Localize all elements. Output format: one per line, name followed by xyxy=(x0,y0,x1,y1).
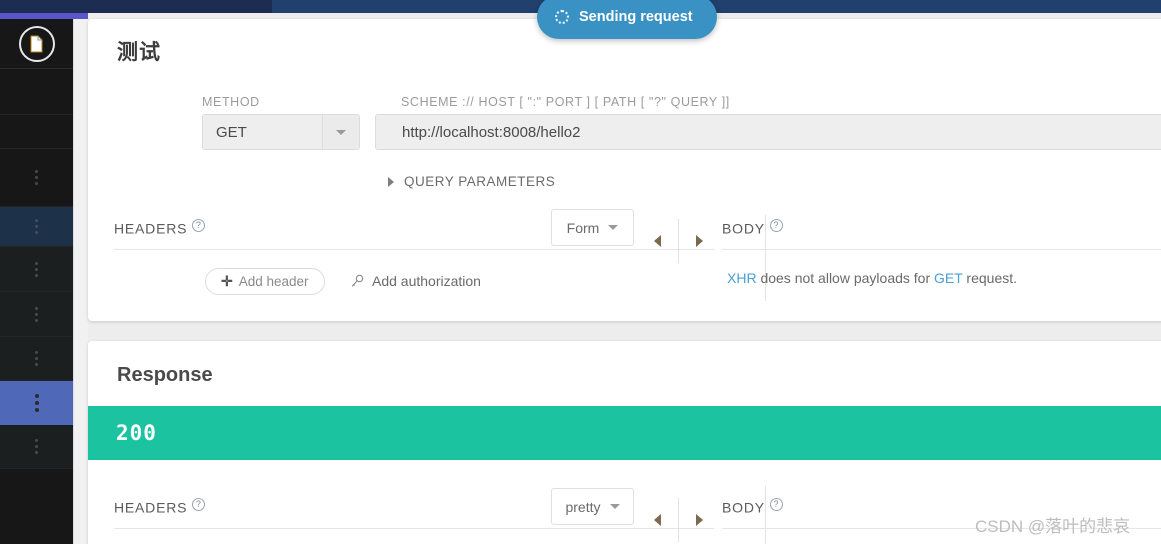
get-link[interactable]: GET xyxy=(934,270,963,286)
sidebar-item-2[interactable] xyxy=(0,115,73,149)
add-authorization-button[interactable]: Add authorization xyxy=(350,273,481,289)
request-headers-text: HEADERS xyxy=(114,220,188,237)
status-code: 200 xyxy=(116,421,157,445)
sidebar-item-8-active[interactable] xyxy=(0,381,73,425)
request-body-label: BODY? xyxy=(722,219,783,237)
top-navbar-right-segment xyxy=(272,0,1161,13)
response-body-text: BODY xyxy=(722,499,765,516)
response-headers-underline xyxy=(114,528,714,529)
watermark: CSDN @落叶的悲哀 xyxy=(975,517,1131,536)
response-headers-label: HEADERS? xyxy=(114,498,206,516)
more-dots-icon xyxy=(35,219,38,234)
sidebar-item-9[interactable] xyxy=(0,425,73,469)
method-label: METHOD xyxy=(202,95,260,109)
body-note-suffix: request. xyxy=(962,270,1018,286)
help-icon[interactable]: ? xyxy=(192,498,206,511)
method-select[interactable]: GET xyxy=(202,114,360,150)
sending-request-banner: Sending request xyxy=(537,0,717,39)
add-header-button[interactable]: ✛ Add header xyxy=(205,268,325,295)
more-dots-icon xyxy=(35,261,38,277)
more-dots-icon xyxy=(35,439,38,454)
method-value: GET xyxy=(216,123,247,141)
arrow-right-icon[interactable] xyxy=(696,514,703,526)
chevron-down-icon xyxy=(608,225,619,230)
chevron-down-icon[interactable] xyxy=(322,115,359,149)
help-icon[interactable]: ? xyxy=(769,219,783,232)
key-icon xyxy=(351,274,364,287)
vertical-scrollbar[interactable] xyxy=(73,19,88,544)
app-root: 测试 METHOD SCHEME :// HOST [ ":" PORT ] [… xyxy=(0,0,1161,544)
more-dots-icon xyxy=(34,394,39,412)
xhr-link[interactable]: XHR xyxy=(727,270,757,286)
sidebar-item-6[interactable] xyxy=(0,292,73,337)
more-dots-icon xyxy=(35,170,38,185)
request-body-text: BODY xyxy=(722,220,765,237)
sidebar-item-7[interactable] xyxy=(0,337,73,381)
request-headers-label: HEADERS? xyxy=(114,219,206,237)
arrow-left-icon[interactable] xyxy=(654,514,661,526)
spinner-icon xyxy=(555,10,569,24)
sidebar-item-5[interactable] xyxy=(0,247,73,292)
chevron-down-icon xyxy=(609,504,620,509)
arrow-left-icon[interactable] xyxy=(654,235,661,247)
more-dots-icon xyxy=(35,351,38,366)
more-dots-icon xyxy=(35,306,38,322)
arrow-right-icon[interactable] xyxy=(696,235,703,247)
response-collapse-arrows xyxy=(654,498,703,542)
headers-format-dropdown[interactable]: Form xyxy=(551,209,634,246)
sidebar-logo-button[interactable] xyxy=(0,19,73,69)
sidebar-filler xyxy=(0,469,73,544)
response-headers-text: HEADERS xyxy=(114,499,188,516)
help-icon[interactable]: ? xyxy=(192,219,206,232)
body-underline xyxy=(722,249,1161,250)
sending-request-label: Sending request xyxy=(579,9,693,25)
document-icon xyxy=(18,25,55,62)
response-format-dropdown[interactable]: pretty xyxy=(551,488,634,525)
url-input[interactable]: http://localhost:8008/hello2 xyxy=(375,114,1161,150)
chevron-right-icon xyxy=(388,176,394,187)
help-icon[interactable]: ? xyxy=(769,498,783,511)
headers-format-value: Form xyxy=(566,219,600,236)
sidebar-item-4[interactable] xyxy=(0,207,73,247)
url-label: SCHEME :// HOST [ ":" PORT ] [ PATH [ "?… xyxy=(401,95,730,109)
response-format-value: pretty xyxy=(565,498,601,515)
response-title: Response xyxy=(117,364,213,386)
plus-icon: ✛ xyxy=(221,273,233,289)
query-parameters-label: QUERY PARAMETERS xyxy=(404,174,556,189)
sidebar xyxy=(0,19,73,544)
headers-underline xyxy=(114,249,714,250)
body-note: XHR does not allow payloads for GET requ… xyxy=(727,270,1017,286)
body-note-middle: does not allow payloads for xyxy=(756,270,935,286)
add-authorization-label: Add authorization xyxy=(372,273,481,289)
panel-collapse-arrows xyxy=(654,219,703,263)
sidebar-item-3[interactable] xyxy=(0,149,73,207)
status-bar: 200 xyxy=(88,406,1161,460)
page-title: 测试 xyxy=(117,41,161,64)
sidebar-item-1[interactable] xyxy=(0,69,73,115)
add-header-label: Add header xyxy=(238,274,309,289)
response-body-label: BODY? xyxy=(722,498,783,516)
query-parameters-toggle[interactable]: QUERY PARAMETERS xyxy=(388,174,555,189)
